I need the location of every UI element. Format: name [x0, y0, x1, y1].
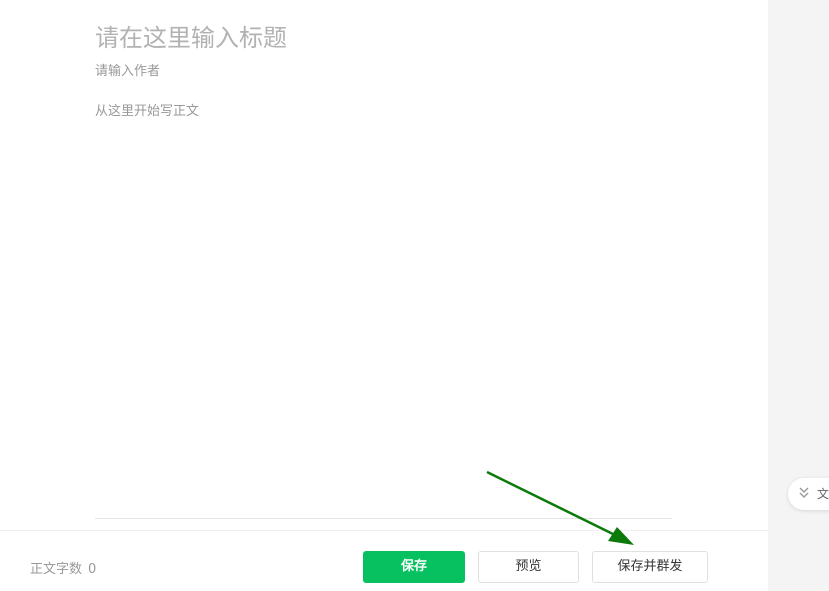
page: 请在这里输入标题 请输入作者 从这里开始写正文 正文字数 0 保存 预览 保存并群…: [0, 0, 829, 591]
side-panel-tab-label: 文: [817, 487, 829, 501]
save-button[interactable]: 保存: [363, 551, 465, 583]
body-editor[interactable]: 从这里开始写正文: [95, 102, 670, 506]
author-input[interactable]: 请输入作者: [95, 62, 395, 82]
editor-divider: [95, 518, 672, 519]
double-chevron-down-icon: [799, 487, 809, 498]
word-count-label: 正文字数: [30, 562, 83, 577]
word-count: 正文字数 0: [30, 558, 96, 577]
word-count-value: 0: [88, 562, 97, 577]
article-editor: 请在这里输入标题 请输入作者 从这里开始写正文 正文字数 0 保存 预览 保存并群…: [0, 0, 768, 591]
side-panel-tab[interactable]: 文: [788, 478, 829, 510]
preview-button[interactable]: 预览: [478, 551, 579, 583]
title-input[interactable]: 请在这里输入标题: [95, 20, 655, 56]
bottom-toolbar: 正文字数 0 保存 预览 保存并群发: [0, 530, 768, 591]
save-and-publish-button[interactable]: 保存并群发: [592, 551, 708, 583]
